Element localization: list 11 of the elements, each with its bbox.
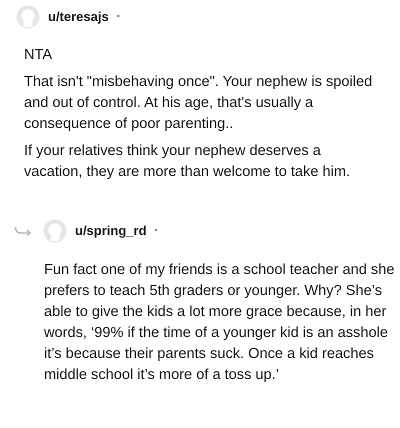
comment-paragraph: NTA bbox=[24, 46, 54, 65]
comment-paragraph: Fun fact one of my friends is a school teacher and she prefers to teach 5th graders or younger. Why? She’s able to give the kids a lot more grace because, in her words, ‘99% if the time of a younger kid is an asshole it’s because their parents suck. Once a kid reaches middle school it’s more of a toss up.’ bbox=[44, 261, 396, 385]
comment-paragraph: That isn't "misbehaving once". Your nephew is spoiled and out of control. At his age, that's usually a consequence of poor parenting.. bbox=[24, 73, 374, 134]
reply-arrow-icon bbox=[14, 226, 33, 236]
separator-dot: • bbox=[116, 10, 120, 24]
avatar-icon[interactable] bbox=[43, 219, 67, 243]
username[interactable]: u/teresajs bbox=[48, 7, 109, 27]
avatar-icon[interactable] bbox=[16, 5, 40, 29]
comment-paragraph: If your relatives think your nephew deserves a vacation, they are more than welcome to take him. bbox=[24, 142, 352, 182]
username[interactable]: u/spring_rd bbox=[75, 221, 147, 241]
separator-dot: • bbox=[154, 224, 158, 238]
